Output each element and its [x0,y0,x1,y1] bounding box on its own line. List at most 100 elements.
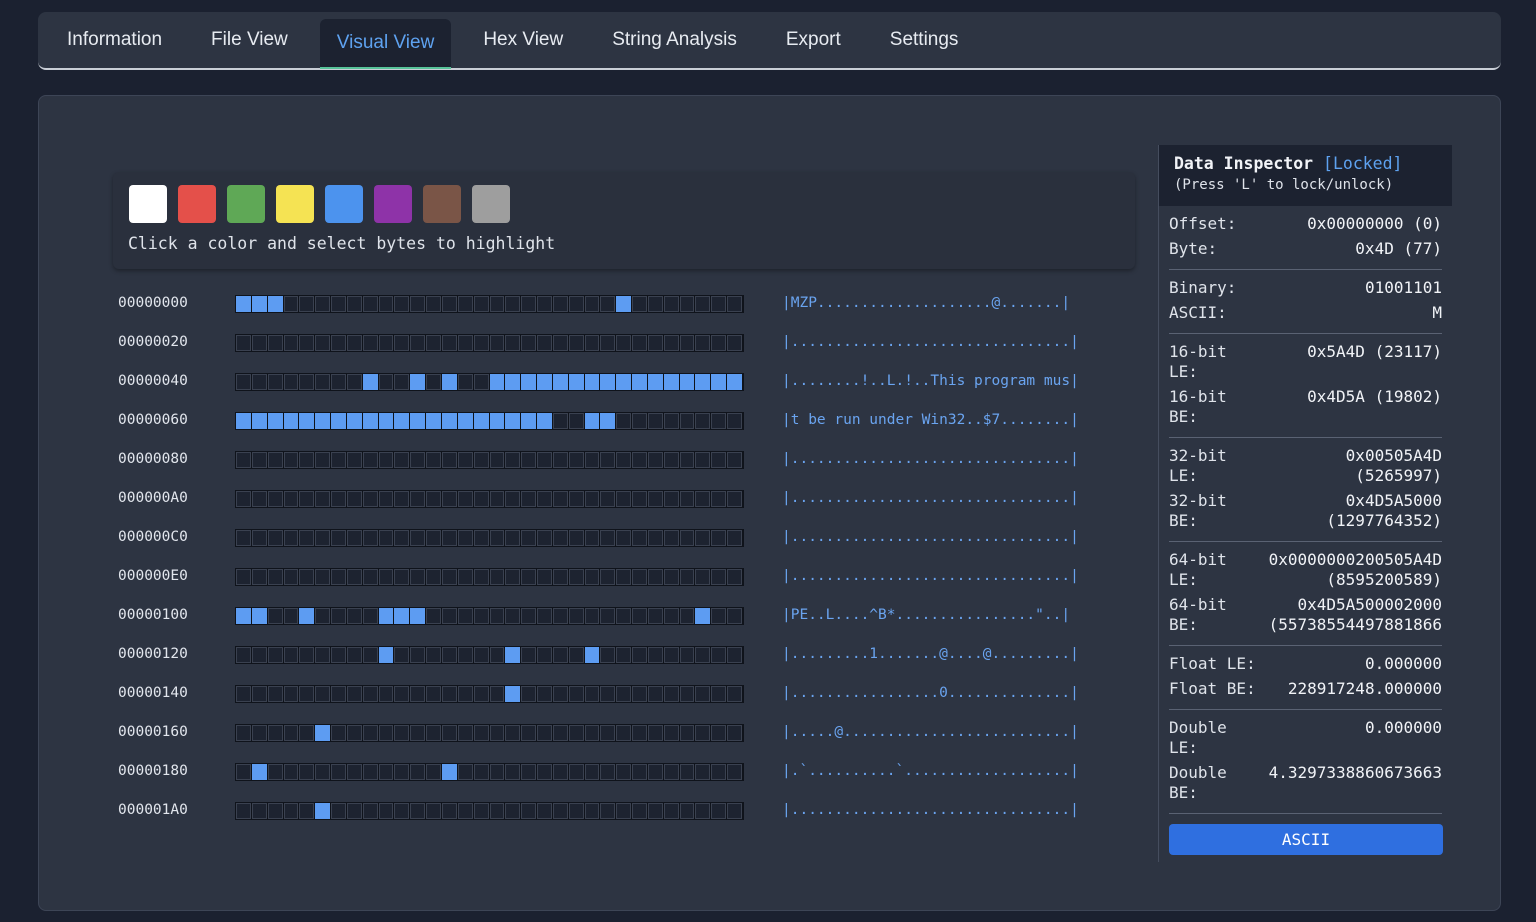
byte-cell[interactable] [489,452,505,468]
byte-cell[interactable] [426,374,441,390]
byte-cell[interactable] [315,764,331,780]
byte-cell[interactable] [315,647,331,663]
byte-cell[interactable] [616,725,632,741]
byte-cell[interactable] [679,296,695,312]
byte-cell[interactable] [505,296,521,312]
byte-cell[interactable] [568,686,584,702]
byte-cell[interactable] [267,452,283,468]
byte-cell[interactable] [236,374,251,390]
byte-cell[interactable] [426,647,441,663]
byte-cell[interactable] [236,413,251,429]
byte-cell[interactable] [489,335,505,351]
byte-cell[interactable] [663,569,679,585]
tab-information[interactable]: Information [50,16,179,64]
byte-cell[interactable] [521,335,537,351]
byte-cell[interactable] [473,569,489,585]
byte-cell[interactable] [521,764,537,780]
byte-cell[interactable] [663,647,679,663]
color-swatch[interactable] [178,185,216,223]
byte-cell[interactable] [346,452,362,468]
byte-cell[interactable] [457,608,473,624]
byte-cell[interactable] [521,491,537,507]
byte-cell[interactable] [426,452,441,468]
byte-cell[interactable] [568,335,584,351]
byte-cell[interactable] [552,491,568,507]
byte-cell[interactable] [552,335,568,351]
byte-cell[interactable] [410,335,426,351]
byte-cell[interactable] [552,374,568,390]
byte-cell[interactable] [727,803,742,819]
byte-cell[interactable] [616,686,632,702]
byte-cell[interactable] [584,374,600,390]
byte-cell[interactable] [521,452,537,468]
byte-cell[interactable] [695,452,711,468]
tab-file-view[interactable]: File View [194,16,305,64]
byte-cell[interactable] [616,530,632,546]
byte-cell[interactable] [584,296,600,312]
byte-cell[interactable] [727,413,742,429]
byte-cell[interactable] [299,413,315,429]
byte-cell[interactable] [331,413,346,429]
byte-cell[interactable] [521,374,537,390]
byte-cell[interactable] [521,530,537,546]
byte-cell[interactable] [378,296,394,312]
byte-cell[interactable] [378,764,394,780]
byte-cell[interactable] [632,764,647,780]
byte-cell[interactable] [299,569,315,585]
byte-cell[interactable] [632,803,647,819]
byte-cell[interactable] [299,374,315,390]
byte-cell[interactable] [251,725,267,741]
byte-cell[interactable] [394,569,410,585]
byte-cell[interactable] [695,530,711,546]
byte-cell[interactable] [711,686,727,702]
byte-cell[interactable] [331,296,346,312]
byte-cell[interactable] [457,530,473,546]
byte-cell[interactable] [473,374,489,390]
byte-cell[interactable] [616,569,632,585]
byte-cell[interactable] [505,764,521,780]
byte-cell[interactable] [521,569,537,585]
byte-cell[interactable] [489,803,505,819]
byte-cell[interactable] [695,647,711,663]
byte-cell[interactable] [695,608,711,624]
byte-cell[interactable] [473,725,489,741]
color-swatch[interactable] [227,185,265,223]
byte-cell[interactable] [315,725,331,741]
byte-cell[interactable] [647,686,663,702]
byte-cell[interactable] [537,803,552,819]
byte-cell[interactable] [394,491,410,507]
byte-cell[interactable] [441,569,457,585]
byte-cell[interactable] [267,647,283,663]
byte-cell[interactable] [600,764,616,780]
byte-cell[interactable] [473,491,489,507]
byte-cell[interactable] [267,803,283,819]
byte-cell[interactable] [441,491,457,507]
byte-cell[interactable] [727,491,742,507]
byte-cell[interactable] [489,374,505,390]
byte-cell[interactable] [521,647,537,663]
byte-cell[interactable] [426,764,441,780]
byte-cell[interactable] [410,803,426,819]
byte-cell[interactable] [331,803,346,819]
byte-cell[interactable] [378,803,394,819]
byte-cell[interactable] [647,296,663,312]
byte-cell[interactable] [679,608,695,624]
byte-cell[interactable] [236,569,251,585]
byte-cell[interactable] [394,764,410,780]
byte-cell[interactable] [315,608,331,624]
byte-cell[interactable] [663,452,679,468]
byte-cell[interactable] [537,413,552,429]
byte-cell[interactable] [521,608,537,624]
byte-cell[interactable] [711,569,727,585]
byte-cell[interactable] [283,725,299,741]
byte-cell[interactable] [457,725,473,741]
byte-cell[interactable] [426,413,441,429]
byte-cell[interactable] [505,725,521,741]
byte-cell[interactable] [267,569,283,585]
byte-cell[interactable] [695,569,711,585]
byte-cell[interactable] [537,725,552,741]
byte-cell[interactable] [584,413,600,429]
byte-cell[interactable] [331,491,346,507]
byte-cell[interactable] [505,452,521,468]
byte-cell[interactable] [346,686,362,702]
